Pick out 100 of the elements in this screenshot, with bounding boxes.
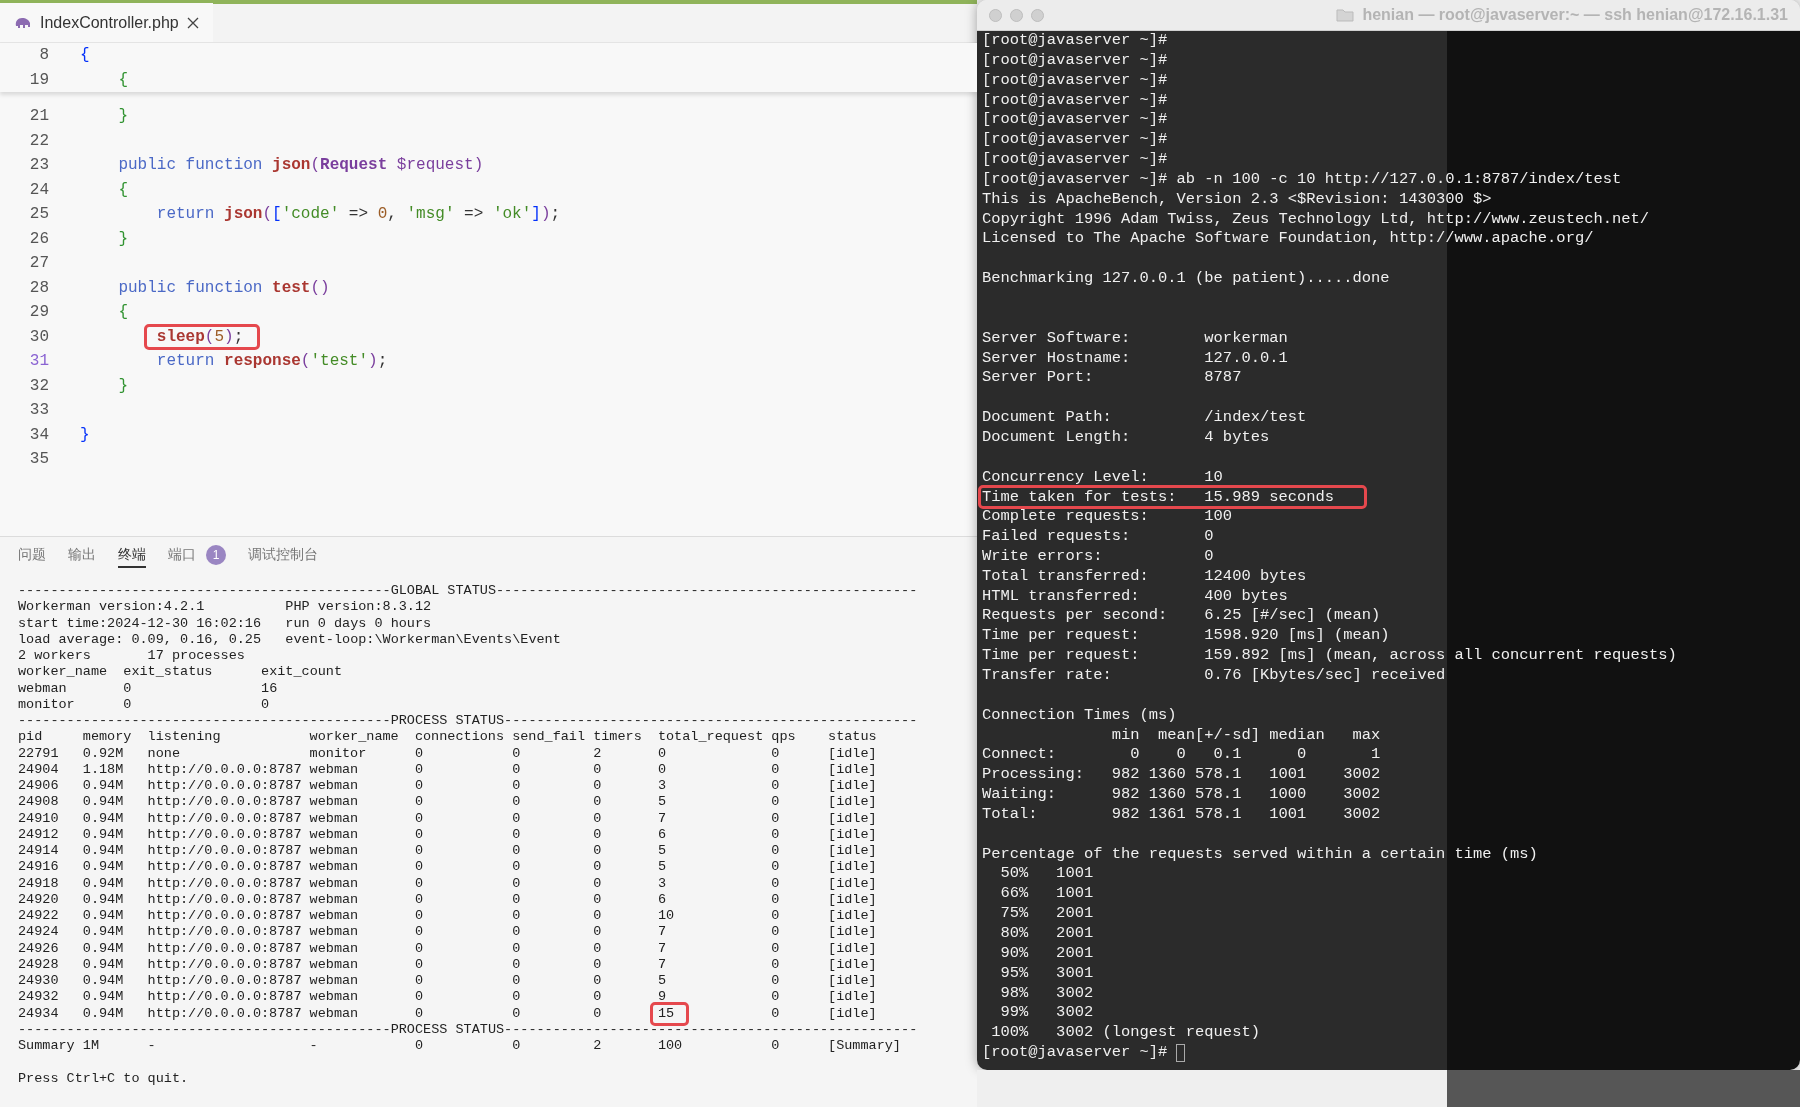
code-line: public function json(Request $request) <box>117 155 484 177</box>
terminal-line: Failed requests: 0 <box>982 527 1214 547</box>
table-cell: 0 <box>771 924 780 940</box>
table-cell: 0 <box>414 924 424 940</box>
table-cell: 6 <box>657 891 667 907</box>
panel-tab[interactable]: 问题 <box>18 542 46 568</box>
table-cell: - <box>309 1038 318 1053</box>
terminal-line: Processing: 982 1360 578.1 1001 3002 <box>982 765 1381 786</box>
terminal-line: 80% 2001 <box>999 923 1094 944</box>
terminal-line: Benchmarking 127.0.0.1 (be patient).....done <box>982 269 1390 289</box>
terminal-line: [root@javaserver ~]# <box>982 110 1168 131</box>
code-line: { <box>117 302 128 324</box>
table-cell: [idle] <box>828 843 877 858</box>
table-cell: 6 <box>657 826 667 842</box>
table-cell: http://0.0.0.0:8787 <box>147 859 302 875</box>
terminal-line: [root@javaserver ~]# <box>982 1043 1168 1063</box>
table-cell: 0 <box>512 745 521 761</box>
table-cell: 24924 <box>18 924 59 940</box>
panel-tab[interactable]: 终端 <box>118 542 146 568</box>
line-number: 30 <box>28 326 49 348</box>
terminal-line: [root@javaserver ~]# <box>982 70 1168 91</box>
panel-tab[interactable]: 调试控制台 <box>248 542 318 568</box>
table-cell: 0.94M <box>82 794 124 810</box>
terminal-line: [root@javaserver ~]# <box>982 50 1168 71</box>
column-header: connections <box>414 729 505 745</box>
table-cell: webman <box>309 989 359 1005</box>
terminal-line: Concurrency Level: 10 <box>982 467 1223 488</box>
table-cell: 0 <box>414 761 424 777</box>
table-cell: 5 <box>657 973 667 988</box>
table-cell: 0 <box>414 794 424 810</box>
terminal-line: Requests per second: 6.25 [#/sec] (mean) <box>982 606 1381 627</box>
table-cell: [idle] <box>828 940 877 956</box>
table-cell: 1.18M <box>82 761 124 777</box>
table-cell: 0 <box>512 908 521 923</box>
code-line: return json(['code' => 0, 'msg' => 'ok']); <box>155 204 561 226</box>
table-cell: 0 <box>512 940 521 956</box>
table-cell: 0.94M <box>82 875 124 891</box>
table-cell: 7 <box>657 940 667 956</box>
table-cell: 0 <box>414 908 424 923</box>
table-cell: 24930 <box>18 973 59 988</box>
table-cell: 0 <box>414 826 424 842</box>
column-header: pid <box>18 729 43 745</box>
table-cell: 0 <box>414 1038 424 1053</box>
table-cell: webman <box>309 973 359 988</box>
table-cell: http://0.0.0.0:8787 <box>147 956 302 972</box>
table-cell: webman <box>309 875 359 891</box>
table-cell: 2 <box>593 1038 602 1053</box>
zoom-button[interactable] <box>1031 8 1044 22</box>
table-cell: 0 <box>593 875 602 891</box>
terminal-line: Write errors: 0 <box>982 546 1214 567</box>
terminal-line: 2 workers 17 processes <box>18 648 246 665</box>
count-badge: 1 <box>206 545 226 565</box>
column-header: worker_name <box>309 729 399 745</box>
line-number: 32 <box>28 375 49 397</box>
code-line: return response('test'); <box>155 351 388 373</box>
table-cell: 0 <box>771 908 780 923</box>
table-cell: 0 <box>593 924 602 940</box>
minimize-button[interactable] <box>1010 8 1023 22</box>
table-cell: 0 <box>414 891 424 907</box>
table-cell: 0 <box>512 794 521 810</box>
table-cell: 0 <box>512 826 521 842</box>
table-cell: 5 <box>657 843 667 858</box>
table-cell: 0 <box>512 989 521 1005</box>
table-cell: 24914 <box>18 843 59 858</box>
table-cell: 24910 <box>18 810 59 826</box>
panel-tab[interactable]: 输出 <box>68 542 96 568</box>
table-cell: 7 <box>657 924 667 940</box>
table-cell: 0.94M <box>82 826 124 842</box>
table-cell: 3 <box>657 778 667 793</box>
code-line: { <box>80 45 90 67</box>
code-line: { <box>117 179 128 201</box>
table-cell: 0 <box>771 956 780 972</box>
file-tab[interactable]: IndexController.php <box>0 3 213 42</box>
column-header: listening <box>147 729 221 745</box>
table-cell: webman <box>309 940 359 956</box>
table-cell: 1M <box>82 1038 99 1053</box>
table-cell: [idle] <box>828 924 877 940</box>
table-cell: 2 <box>593 745 602 761</box>
table-cell: 0 <box>512 761 521 777</box>
line-number: 22 <box>28 130 49 152</box>
table-cell: 0 <box>414 1005 424 1021</box>
table-cell: 0 <box>593 778 602 793</box>
table-cell: 0.94M <box>82 843 124 858</box>
line-number: 24 <box>28 179 49 201</box>
terminal-line: Server Hostname: 127.0.0.1 <box>982 348 1288 369</box>
terminal-line: Server Software: workerman <box>982 327 1288 349</box>
terminal-line: Complete requests: 100 <box>982 507 1233 528</box>
table-cell: http://0.0.0.0:8787 <box>147 891 302 907</box>
terminal-line: Document Length: 4 bytes <box>982 427 1270 448</box>
code-line: } <box>117 228 128 250</box>
panel-tab[interactable]: 端口 <box>168 542 196 568</box>
line-number: 8 <box>38 45 49 67</box>
close-button[interactable] <box>989 8 1002 22</box>
table-cell: 0 <box>771 843 780 858</box>
table-cell: webman <box>309 1005 359 1021</box>
table-cell: 0 <box>771 875 780 891</box>
close-icon[interactable] <box>186 16 199 29</box>
table-cell: [idle] <box>828 989 877 1005</box>
line-number: 23 <box>28 155 49 177</box>
table-cell: 5 <box>657 794 667 810</box>
